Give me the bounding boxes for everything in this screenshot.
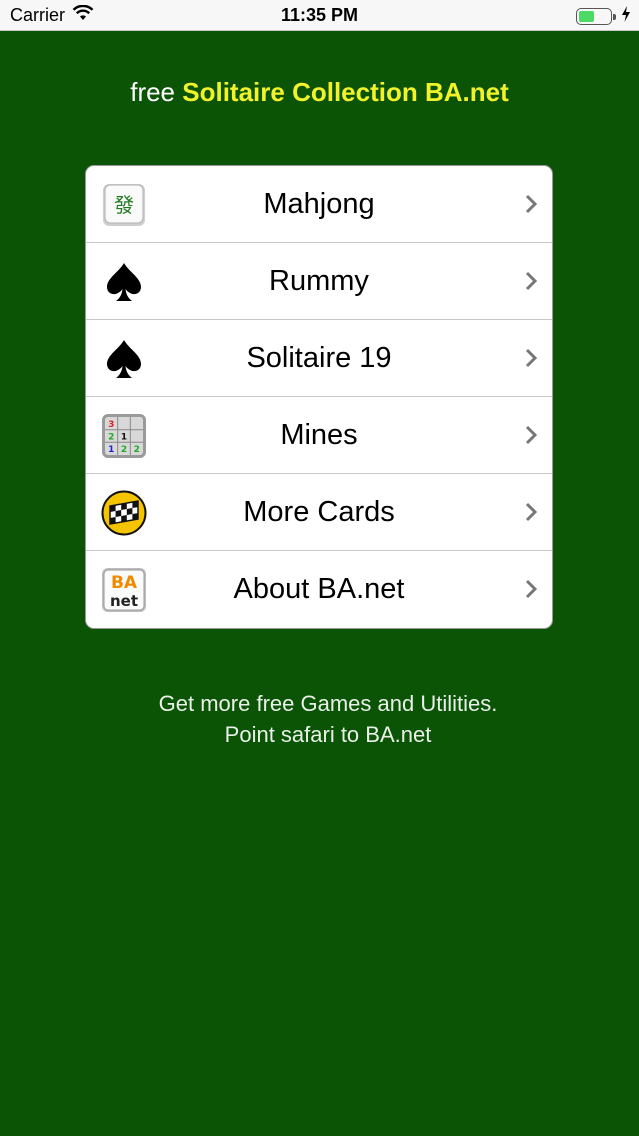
menu-item-solitaire-19[interactable]: Solitaire 19 (86, 320, 552, 397)
menu-item-rummy[interactable]: Rummy (86, 243, 552, 320)
chevron-right-icon (525, 348, 538, 368)
menu-item-more-cards[interactable]: More Cards (86, 474, 552, 551)
chevron-right-icon (525, 194, 538, 214)
battery-icon (576, 8, 616, 25)
menu-item-label: Solitaire 19 (246, 341, 392, 374)
headline: free Solitaire Collection BA.net (0, 77, 639, 108)
menu-item-label: Rummy (269, 264, 369, 297)
menu-item-about-ba-net[interactable]: BA net About BA.net (86, 551, 552, 628)
footer-promo: Get more free Games and Utilities. Point… (0, 688, 639, 750)
menu-item-label: Mines (280, 418, 358, 451)
status-bar: Carrier 11:35 PM (0, 0, 639, 31)
footer-line-2: Point safari to BA.net (224, 722, 432, 747)
headline-prefix: free (130, 77, 176, 107)
game-menu: 發 Mahjong Rummy Solitaire 19 3 2 1 1 2 2… (85, 165, 553, 629)
chevron-right-icon (525, 271, 538, 291)
charging-bolt-icon (621, 6, 631, 27)
menu-item-label: More Cards (243, 495, 395, 528)
menu-item-mines[interactable]: 3 2 1 1 2 2 Mines (86, 397, 552, 474)
status-time: 11:35 PM (280, 5, 359, 25)
menu-item-label: Mahjong (263, 187, 375, 220)
status-right (576, 6, 631, 27)
chevron-right-icon (525, 425, 538, 445)
battery-level (579, 11, 594, 22)
footer-line-1: Get more free Games and Utilities. (158, 691, 498, 716)
menu-item-mahjong[interactable]: 發 Mahjong (86, 166, 552, 243)
chevron-right-icon (525, 502, 538, 522)
headline-title: Solitaire Collection BA.net (182, 77, 509, 107)
menu-item-label: About BA.net (233, 573, 405, 605)
chevron-right-icon (525, 579, 538, 599)
